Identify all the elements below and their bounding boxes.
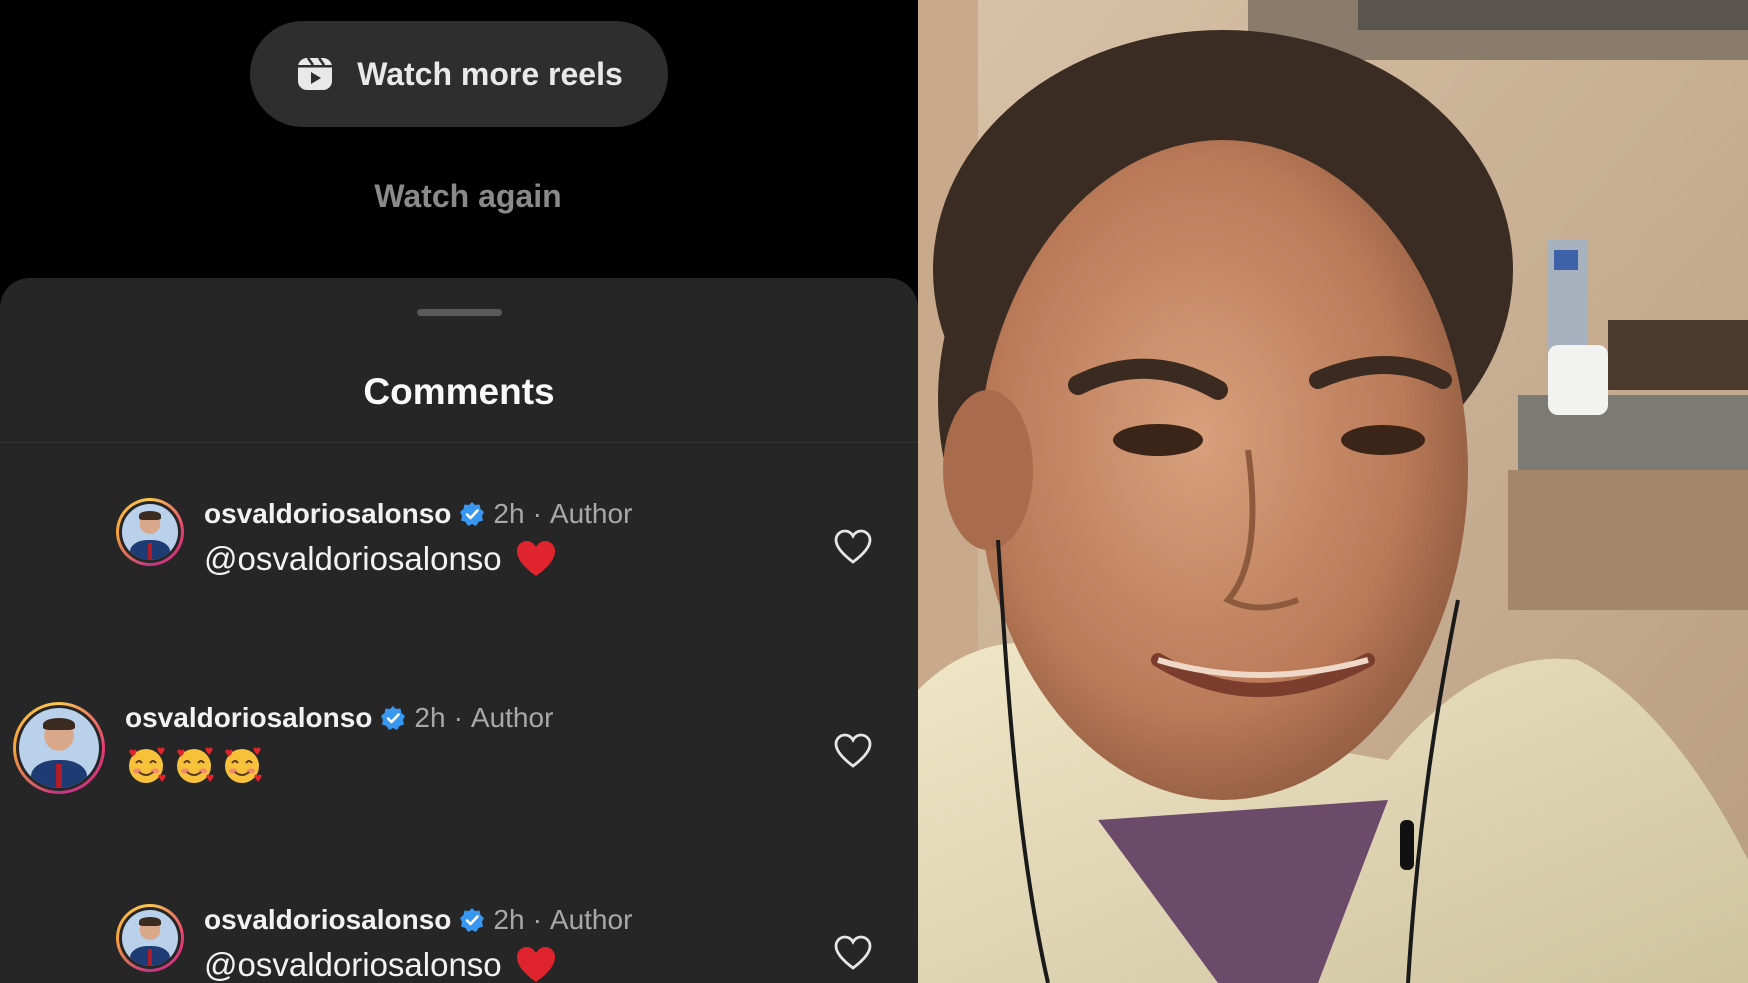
red-heart-emoji	[516, 540, 556, 578]
selfie-photo	[918, 0, 1748, 983]
meta-separator: ·	[532, 498, 542, 529]
meta-separator: ·	[453, 702, 463, 733]
selfie-video-frame	[918, 0, 1748, 983]
comment-mention[interactable]: @osvaldoriosalonso	[204, 540, 502, 578]
comment-item: osvaldoriosalonso 2h · Author	[0, 702, 918, 822]
verified-badge-icon	[381, 706, 406, 730]
comment-item: osvaldoriosalonso 2h · Author @osvaldori…	[0, 904, 918, 983]
reels-panel: Watch more reels Watch again Comments os…	[0, 0, 918, 983]
comment-time: 2h	[414, 702, 446, 733]
reels-icon	[298, 57, 333, 90]
comment-text-row: @osvaldoriosalonso	[204, 946, 556, 983]
verified-badge-icon	[460, 908, 485, 932]
smiling-face-with-hearts-emoji	[129, 747, 166, 783]
avatar[interactable]	[116, 904, 184, 972]
comment-username[interactable]: osvaldoriosalonso	[204, 498, 451, 530]
like-heart-icon[interactable]	[833, 528, 873, 566]
comments-sheet: Comments osvaldoriosalonso 2h · Author @…	[0, 278, 918, 983]
comment-item: osvaldoriosalonso 2h · Author @osvaldori…	[0, 498, 918, 618]
avatar[interactable]	[13, 702, 105, 794]
comment-time: 2h	[493, 904, 525, 935]
author-badge: Author	[549, 498, 633, 529]
comment-username[interactable]: osvaldoriosalonso	[204, 904, 451, 936]
red-heart-emoji	[516, 946, 556, 983]
comment-mention[interactable]: @osvaldoriosalonso	[204, 946, 502, 983]
meta-separator: ·	[532, 904, 542, 935]
verified-badge-icon	[460, 502, 485, 526]
avatar[interactable]	[116, 498, 184, 566]
divider	[0, 442, 918, 443]
comment-username[interactable]: osvaldoriosalonso	[125, 702, 372, 734]
comment-time: 2h	[493, 498, 525, 529]
watch-more-reels-label: Watch more reels	[357, 55, 623, 92]
like-heart-icon[interactable]	[833, 934, 873, 972]
smiling-face-with-hearts-emoji	[177, 747, 214, 783]
author-badge: Author	[470, 702, 554, 733]
like-heart-icon[interactable]	[833, 732, 873, 770]
comment-text-row: @osvaldoriosalonso	[204, 540, 556, 578]
smiling-face-with-hearts-emoji	[225, 747, 262, 783]
watch-again-button[interactable]: Watch again	[0, 178, 918, 215]
sheet-drag-handle[interactable]	[417, 309, 502, 316]
comment-emoji-row	[125, 744, 263, 786]
author-badge: Author	[549, 904, 633, 935]
comments-title: Comments	[363, 371, 555, 412]
watch-more-reels-button[interactable]: Watch more reels	[250, 21, 668, 127]
